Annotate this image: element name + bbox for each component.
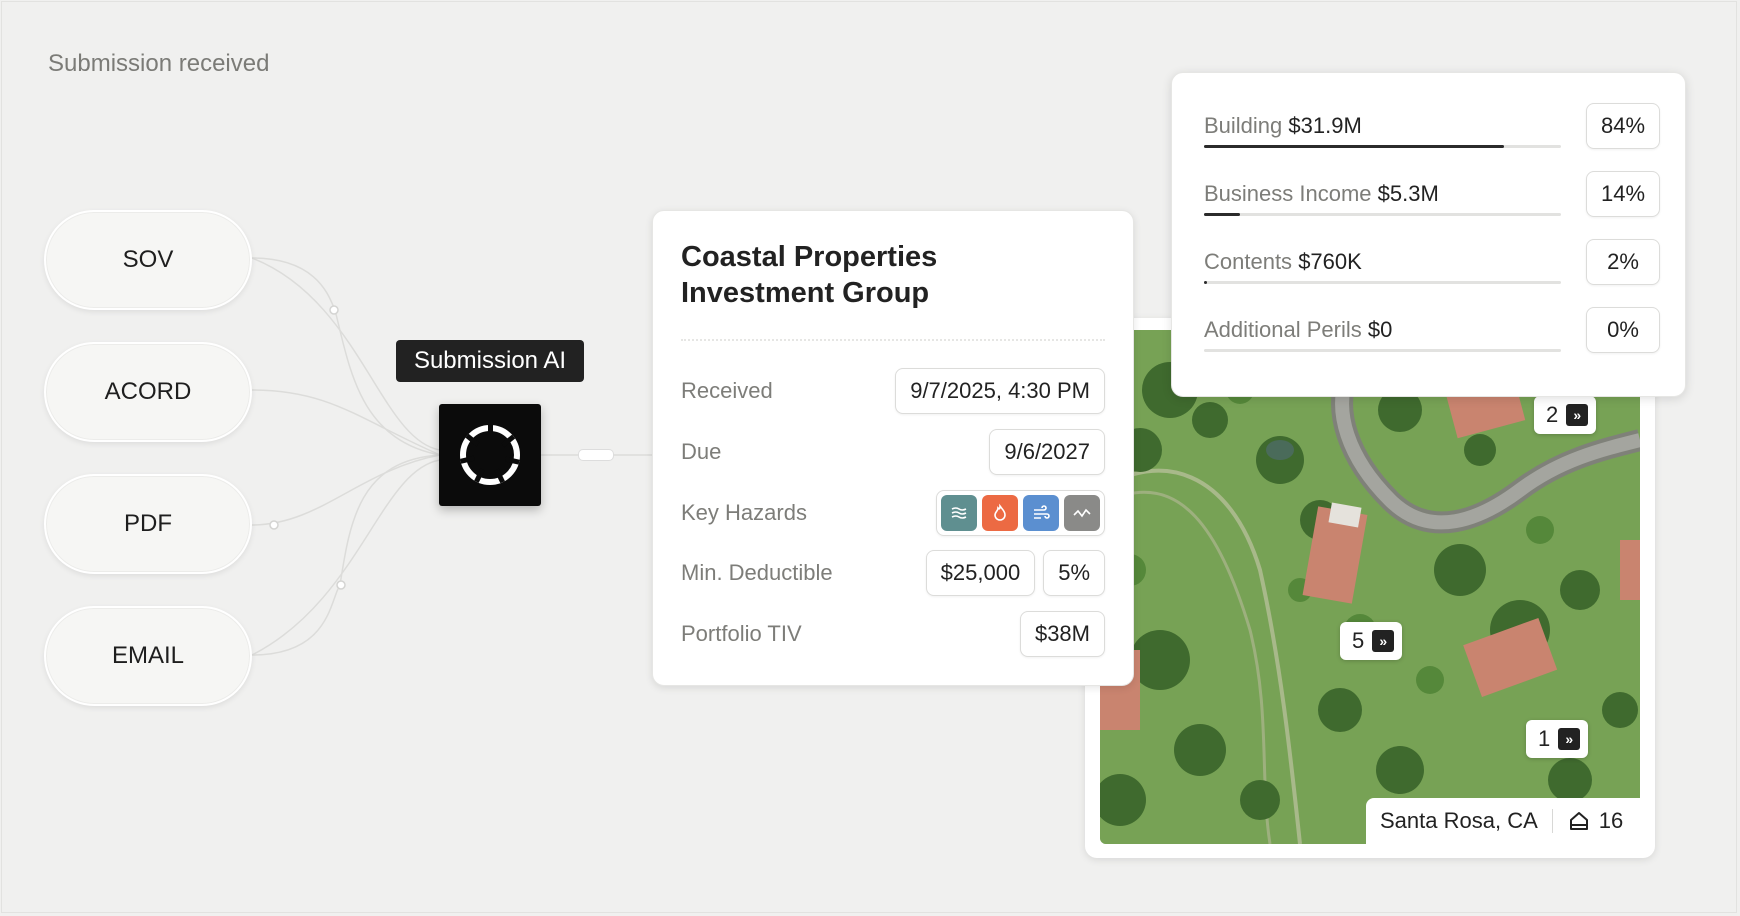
received-value[interactable]: 9/7/2025, 4:30 PM xyxy=(895,368,1105,414)
coverage-percent[interactable]: 84% xyxy=(1586,103,1660,149)
hazards-row: Key Hazards xyxy=(681,489,1105,537)
coverage-bar-fill xyxy=(1204,281,1207,284)
source-email-pill[interactable]: EMAIL xyxy=(44,606,252,706)
submission-summary-card: Coastal Properties Investment Group Rece… xyxy=(652,210,1134,686)
submission-ai-label: Submission AI xyxy=(396,340,584,382)
coverage-bar xyxy=(1204,145,1561,148)
marker-count: 2 xyxy=(1546,402,1559,427)
coverage-label: Building $31.9M xyxy=(1204,113,1362,138)
source-pdf-pill[interactable]: PDF xyxy=(44,474,252,574)
coverage-breakdown-card: Building $31.9M 84% Business Income $5.3… xyxy=(1171,72,1686,397)
received-label: Received xyxy=(681,378,773,403)
company-name: Coastal Properties Investment Group xyxy=(681,241,938,309)
coverage-row: Business Income $5.3M 14% xyxy=(1204,171,1660,231)
flood-icon[interactable] xyxy=(941,495,977,531)
coverage-bar xyxy=(1204,213,1561,216)
divider xyxy=(1551,809,1553,833)
map-marker[interactable]: 2 » xyxy=(1534,396,1597,434)
coverage-label: Business Income $5.3M xyxy=(1204,181,1439,206)
hazards-label: Key Hazards xyxy=(681,500,807,525)
connector-handle xyxy=(578,449,614,461)
deductible-percent[interactable]: 5% xyxy=(1043,550,1105,596)
aperture-icon[interactable] xyxy=(439,404,541,506)
coverage-amount: $760K xyxy=(1298,249,1362,274)
coverage-label: Additional Perils $0 xyxy=(1204,317,1393,342)
coverage-percent[interactable]: 14% xyxy=(1586,171,1660,217)
coverage-bar-fill xyxy=(1204,145,1504,148)
divider xyxy=(681,339,1105,341)
due-value[interactable]: 9/6/2027 xyxy=(989,429,1105,475)
coverage-row: Contents $760K 2% xyxy=(1204,239,1660,299)
coverage-label: Contents $760K xyxy=(1204,249,1362,274)
deductible-row: Min. Deductible $25,000 5% xyxy=(681,549,1105,597)
location-name: Santa Rosa, CA xyxy=(1380,808,1538,833)
due-row: Due 9/6/2027 xyxy=(681,428,1105,476)
earthquake-icon[interactable] xyxy=(1064,495,1100,531)
coverage-row: Additional Perils $0 0% xyxy=(1204,307,1660,367)
fire-icon[interactable] xyxy=(982,495,1018,531)
coverage-amount: $5.3M xyxy=(1377,181,1439,206)
property-count: 16 xyxy=(1598,808,1624,833)
coverage-bar xyxy=(1204,349,1561,352)
coverage-percent[interactable]: 2% xyxy=(1586,239,1660,285)
location-bar: Santa Rosa, CA 16 xyxy=(1366,798,1640,844)
tiv-row: Portfolio TIV $38M xyxy=(681,610,1105,658)
coverage-bar-fill xyxy=(1204,213,1240,216)
marker-count: 5 xyxy=(1352,628,1365,653)
deductible-amount[interactable]: $25,000 xyxy=(925,550,1036,596)
double-chevron-icon: » xyxy=(1566,404,1589,426)
coverage-bar xyxy=(1204,281,1561,284)
tiv-label: Portfolio TIV xyxy=(681,621,802,646)
coverage-percent[interactable]: 0% xyxy=(1586,307,1660,353)
received-row: Received 9/7/2025, 4:30 PM xyxy=(681,367,1105,415)
coverage-amount: $0 xyxy=(1367,317,1393,342)
due-label: Due xyxy=(681,439,722,464)
hazard-badges[interactable] xyxy=(936,490,1105,536)
coverage-row: Building $31.9M 84% xyxy=(1204,103,1660,163)
wind-icon[interactable] xyxy=(1023,495,1059,531)
deductible-label: Min. Deductible xyxy=(681,560,833,585)
source-sov-pill[interactable]: SOV xyxy=(44,210,252,310)
map-marker[interactable]: 5 » xyxy=(1340,622,1403,660)
home-icon xyxy=(1567,809,1591,833)
source-acord-pill[interactable]: ACORD xyxy=(44,342,252,442)
tiv-value[interactable]: $38M xyxy=(1019,611,1105,657)
marker-count: 1 xyxy=(1538,726,1551,751)
double-chevron-icon: » xyxy=(1558,728,1581,750)
double-chevron-icon: » xyxy=(1372,630,1395,652)
coverage-amount: $31.9M xyxy=(1288,113,1362,138)
map-marker[interactable]: 1 » xyxy=(1526,720,1589,758)
